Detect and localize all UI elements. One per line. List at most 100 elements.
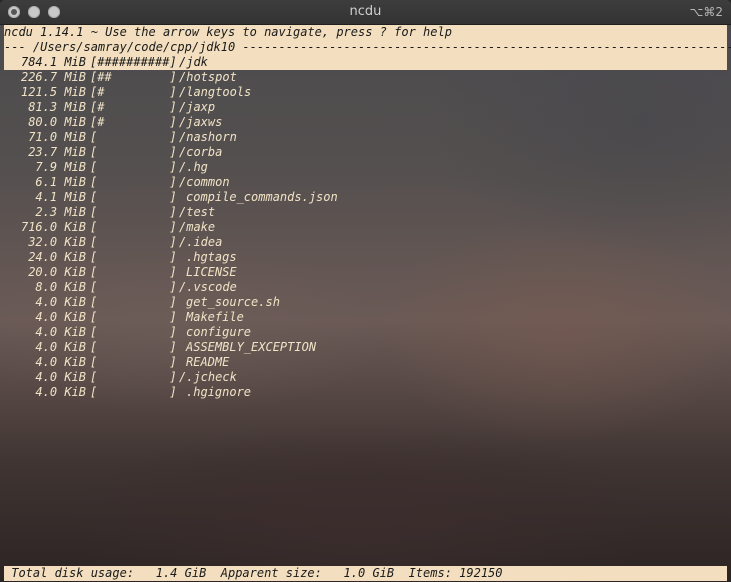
list-item[interactable]: 20.0 KiB [ ] LICENSE [4,265,727,280]
directory-name: /.vscode [179,280,237,294]
usage-graph: [ ] [90,280,177,294]
item-size: 4.0 KiB [35,385,86,399]
list-item[interactable]: 4.1 MiB [ ] compile_commands.json [4,190,727,205]
directory-name: /.hg [179,160,208,174]
title-bar[interactable]: ncdu ⌥⌘2 [0,0,731,25]
terminal-window: ncdu ⌥⌘2 ncdu 1.14.1 ~ Use the arrow key… [0,0,731,582]
item-size: 2.3 MiB [35,205,86,219]
file-name: compile_commands.json [186,190,338,204]
directory-name: /common [179,175,230,189]
list-item[interactable]: 7.9 MiB [ ]/.hg [4,160,727,175]
item-size: 20.0 KiB [28,265,86,279]
usage-graph: [# ] [90,85,177,99]
usage-graph: [ ] [90,370,177,384]
status-bar: Total disk usage: 1.4 GiB Apparent size:… [4,566,727,581]
item-size: 4.0 KiB [35,370,86,384]
list-item[interactable]: 4.0 KiB [ ]/.jcheck [4,370,727,385]
file-name: ASSEMBLY_EXCEPTION [186,340,317,354]
file-name: README [186,355,230,369]
usage-graph: [ ] [90,295,177,309]
usage-graph: [ ] [90,190,177,204]
item-size: 71.0 MiB [28,130,86,144]
list-item-selected[interactable]: 784.1 MiB [##########]/jdk [4,55,727,70]
list-item[interactable]: 6.1 MiB [ ]/common [4,175,727,190]
usage-graph: [ ] [90,130,177,144]
item-size: 784.1 MiB [20,55,86,69]
item-size: 6.1 MiB [35,175,86,189]
file-name: LICENSE [186,265,237,279]
usage-graph: [ ] [90,385,177,399]
usage-graph: [# ] [90,115,177,129]
item-size: 716.0 KiB [20,220,86,234]
directory-name: /make [179,220,216,234]
usage-graph: [# ] [90,100,177,114]
list-item[interactable]: 4.0 KiB [ ] ASSEMBLY_EXCEPTION [4,340,727,355]
file-name: .hgtags [186,250,237,264]
list-item[interactable]: 23.7 MiB [ ]/corba [4,145,727,160]
window-shortcut: ⌥⌘2 [689,5,723,19]
list-item[interactable]: 716.0 KiB [ ]/make [4,220,727,235]
list-item[interactable]: 226.7 MiB [## ]/hotspot [4,70,727,85]
list-item[interactable]: 8.0 KiB [ ]/.vscode [4,280,727,295]
usage-graph: [ ] [90,265,177,279]
directory-name: /jaxws [179,115,223,129]
directory-name: /hotspot [179,70,237,84]
usage-graph: [ ] [90,250,177,264]
item-size: 80.0 MiB [28,115,86,129]
list-item[interactable]: 2.3 MiB [ ]/test [4,205,727,220]
file-name: get_source.sh [186,295,280,309]
usage-graph: [ ] [90,205,177,219]
item-size: 81.3 MiB [28,100,86,114]
usage-graph: [##########] [90,55,177,69]
directory-name: /.jcheck [179,370,237,384]
list-item[interactable]: 4.0 KiB [ ] README [4,355,727,370]
directory-name: /jaxp [179,100,216,114]
file-name: configure [186,325,252,339]
item-size: 32.0 KiB [28,235,86,249]
usage-graph: [## ] [90,70,177,84]
directory-name: /langtools [179,85,252,99]
usage-graph: [ ] [90,355,177,369]
file-name: Makefile [186,310,244,324]
usage-graph: [ ] [90,325,177,339]
item-size: 226.7 MiB [20,70,86,84]
help-bar: ncdu 1.14.1 ~ Use the arrow keys to navi… [4,25,727,40]
item-size: 23.7 MiB [28,145,86,159]
item-size: 4.0 KiB [35,340,86,354]
directory-name: /corba [179,145,223,159]
usage-graph: [ ] [90,310,177,324]
item-size: 24.0 KiB [28,250,86,264]
usage-graph: [ ] [90,160,177,174]
item-size: 4.0 KiB [35,295,86,309]
list-item[interactable]: 80.0 MiB [# ]/jaxws [4,115,727,130]
item-size: 4.0 KiB [35,355,86,369]
item-size: 7.9 MiB [35,160,86,174]
item-size: 8.0 KiB [35,280,86,294]
item-size: 4.1 MiB [35,190,86,204]
usage-graph: [ ] [90,220,177,234]
list-item[interactable]: 4.0 KiB [ ] configure [4,325,727,340]
list-item[interactable]: 4.0 KiB [ ] .hgignore [4,385,727,400]
list-item[interactable]: 121.5 MiB [# ]/langtools [4,85,727,100]
list-item[interactable]: 4.0 KiB [ ] get_source.sh [4,295,727,310]
list-item[interactable]: 24.0 KiB [ ] .hgtags [4,250,727,265]
path-bar: --- /Users/samray/code/cpp/jdk10 -------… [4,40,731,55]
list-item[interactable]: 81.3 MiB [# ]/jaxp [4,100,727,115]
window-title: ncdu [349,4,382,19]
usage-graph: [ ] [90,235,177,249]
list-item[interactable]: 32.0 KiB [ ]/.idea [4,235,727,250]
usage-graph: [ ] [90,145,177,159]
usage-graph: [ ] [90,175,177,189]
directory-name: /test [179,205,216,219]
directory-name: /jdk [179,55,208,69]
item-size: 4.0 KiB [35,325,86,339]
list-item[interactable]: 4.0 KiB [ ] Makefile [4,310,727,325]
item-size: 121.5 MiB [20,85,86,99]
usage-graph: [ ] [90,340,177,354]
list-item[interactable]: 71.0 MiB [ ]/nashorn [4,130,727,145]
item-size: 4.0 KiB [35,310,86,324]
file-name: .hgignore [186,385,252,399]
directory-name: /.idea [179,235,223,249]
file-list[interactable]: 784.1 MiB [##########]/jdk 226.7 MiB [## ] /… [4,55,728,425]
terminal-area[interactable]: ncdu 1.14.1 ~ Use the arrow keys to navi… [4,25,731,582]
